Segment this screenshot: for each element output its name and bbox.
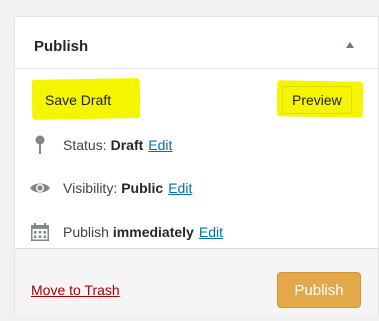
page: Publish Save Draft Preview Status: Draft… (0, 0, 379, 321)
publish-button[interactable]: Publish (277, 272, 361, 308)
pin-icon (29, 134, 51, 156)
status-value: Draft (110, 137, 144, 153)
schedule-edit-link[interactable]: Edit (199, 224, 223, 240)
visibility-edit-link[interactable]: Edit (168, 180, 192, 196)
eye-icon (29, 177, 51, 199)
visibility-value: Public (121, 180, 164, 196)
publish-box-title: Publish (34, 38, 89, 55)
status-row: Status: Draft Edit (29, 134, 172, 156)
major-publishing-actions: Move to Trash Publish (15, 248, 378, 316)
status-edit-link[interactable]: Edit (148, 137, 172, 153)
visibility-row: Visibility: Public Edit (29, 177, 192, 199)
publish-box: Publish Save Draft Preview Status: Draft… (14, 16, 379, 316)
publish-box-header[interactable]: Publish (15, 17, 378, 69)
preview-button[interactable]: Preview (282, 86, 352, 114)
calendar-icon (29, 221, 51, 243)
status-label: Status: (63, 137, 107, 153)
schedule-label: Publish (63, 224, 109, 240)
move-to-trash-link[interactable]: Move to Trash (31, 282, 120, 298)
visibility-label: Visibility: (63, 180, 118, 196)
save-draft-button[interactable]: Save Draft (35, 86, 121, 114)
schedule-value: immediately (112, 224, 194, 240)
triangle-up-icon[interactable] (346, 42, 354, 48)
schedule-row: Publish immediately Edit (29, 221, 223, 243)
